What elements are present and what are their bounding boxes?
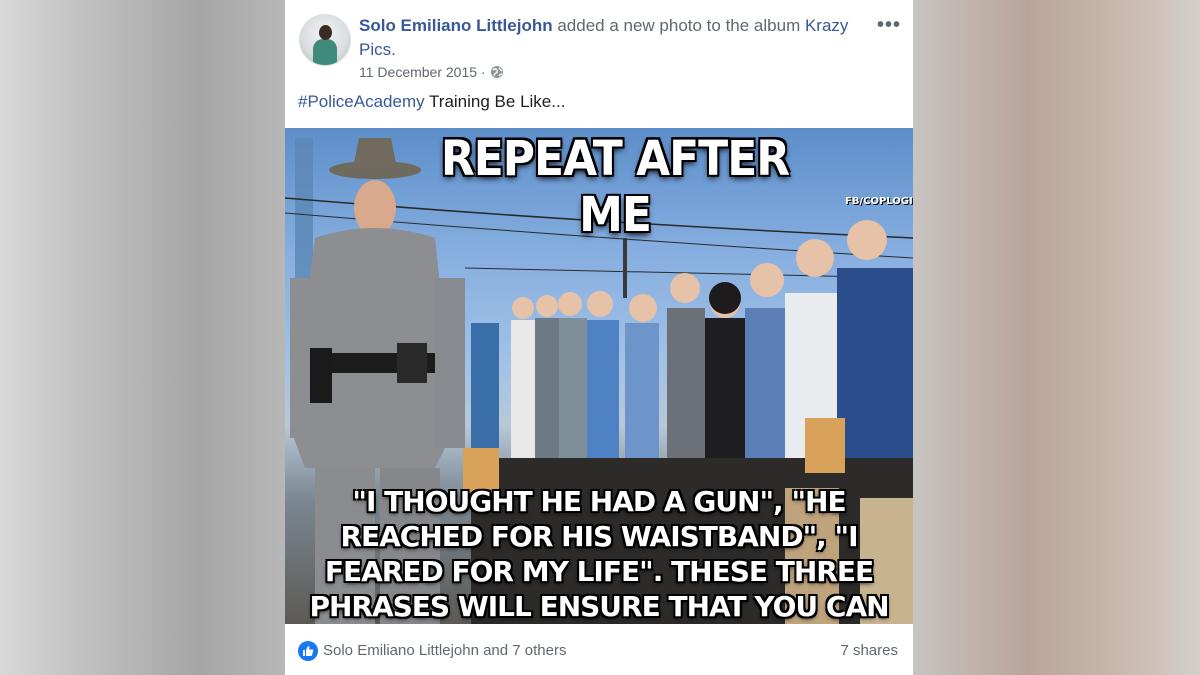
author-name-link[interactable]: Solo Emiliano Littlejohn — [359, 16, 553, 35]
meme-title: REPEAT AFTER ME — [440, 130, 790, 244]
action-text: added a new photo to the album — [552, 16, 805, 35]
reactions-summary-link[interactable]: Solo Emiliano Littlejohn and 7 others — [323, 642, 567, 659]
hashtag-link[interactable]: #PoliceAcademy — [298, 92, 425, 111]
post-photo[interactable]: REPEAT AFTER ME FB/COPLOGIC "I THOUGHT H… — [285, 128, 913, 624]
post-date-link[interactable]: 11 December 2015 · — [359, 64, 486, 80]
post-caption: #PoliceAcademy Training Be Like... — [298, 92, 565, 112]
more-options-button[interactable]: ••• — [877, 14, 901, 37]
post-meta: 11 December 2015 · — [359, 64, 504, 80]
avatar[interactable] — [299, 14, 351, 66]
like-reaction-icon[interactable] — [298, 641, 318, 661]
avatar-figure-head — [319, 25, 332, 40]
meme-body-text: "I THOUGHT HE HAD A GUN", "HE REACHED FO… — [309, 485, 889, 623]
post-footer: Solo Emiliano Littlejohn and 7 others 7 … — [285, 624, 913, 675]
globe-icon[interactable] — [490, 65, 504, 79]
background-left — [0, 0, 285, 675]
post-header: Solo Emiliano Littlejohn added a new pho… — [359, 14, 869, 62]
avatar-figure-body — [313, 39, 337, 65]
caption-text: Training Be Like... — [424, 92, 566, 111]
shares-count-link[interactable]: 7 shares — [840, 642, 898, 659]
background-right — [913, 0, 1200, 675]
facebook-post: Solo Emiliano Littlejohn added a new pho… — [285, 0, 913, 675]
meme-watermark: FB/COPLOGIC — [845, 196, 913, 207]
